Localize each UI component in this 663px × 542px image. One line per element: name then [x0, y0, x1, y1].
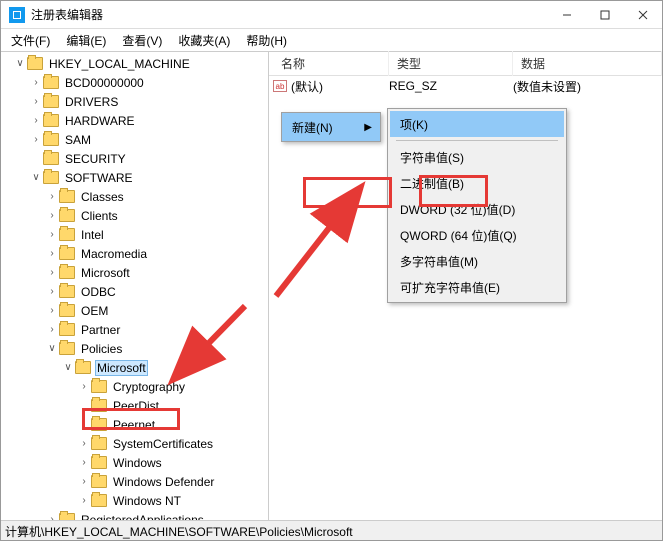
tree-item[interactable]: ›DRIVERS	[1, 92, 268, 111]
menu-item-dword[interactable]: DWORD (32 位)值(D)	[390, 196, 564, 222]
menu-item-multi[interactable]: 多字符串值(M)	[390, 248, 564, 274]
status-bar: 计算机\HKEY_LOCAL_MACHINE\SOFTWARE\Policies…	[1, 520, 662, 540]
tree-item[interactable]: ›BCD00000000	[1, 73, 268, 92]
col-type[interactable]: 类型	[389, 51, 513, 76]
tree-item[interactable]: ›Windows Defender	[1, 472, 268, 491]
menu-edit[interactable]: 编辑(E)	[60, 30, 112, 51]
menu-item-qword[interactable]: QWORD (64 位)值(Q)	[390, 222, 564, 248]
menu-item-string[interactable]: 字符串值(S)	[390, 144, 564, 170]
string-value-icon: ab	[273, 80, 287, 92]
minimize-button[interactable]	[548, 2, 586, 28]
context-submenu: 项(K) 字符串值(S) 二进制值(B) DWORD (32 位)值(D) QW…	[387, 108, 567, 303]
tree-item[interactable]: ›Clients	[1, 206, 268, 225]
tree-item-software[interactable]: ∨SOFTWARE	[1, 168, 268, 187]
tree-item[interactable]: SECURITY	[1, 149, 268, 168]
tree-item[interactable]: ›Microsoft	[1, 263, 268, 282]
app-icon	[9, 7, 25, 23]
menu-favorites[interactable]: 收藏夹(A)	[172, 30, 236, 51]
tree-item[interactable]: ›ODBC	[1, 282, 268, 301]
maximize-button[interactable]	[586, 2, 624, 28]
menu-help[interactable]: 帮助(H)	[240, 30, 293, 51]
tree-item-microsoft-selected[interactable]: ∨Microsoft	[1, 358, 268, 377]
list-row-default[interactable]: ab(默认) REG_SZ (数值未设置)	[269, 76, 662, 96]
window-title: 注册表编辑器	[31, 6, 548, 23]
tree-item[interactable]: ›Windows NT	[1, 491, 268, 510]
context-menu-new: 新建(N)▶	[281, 112, 381, 142]
tree-item[interactable]: ›OEM	[1, 301, 268, 320]
tree-item[interactable]: ›HARDWARE	[1, 111, 268, 130]
list-pane[interactable]: 名称 类型 数据 ab(默认) REG_SZ (数值未设置) 新建(N)▶ 项(…	[269, 52, 662, 520]
menu-item-key[interactable]: 项(K)	[390, 111, 564, 137]
status-path: 计算机\HKEY_LOCAL_MACHINE\SOFTWARE\Policies…	[5, 525, 353, 539]
close-button[interactable]	[624, 2, 662, 28]
menu-item-binary[interactable]: 二进制值(B)	[390, 170, 564, 196]
tree-item[interactable]: Peernet	[1, 415, 268, 434]
tree-item-hklm[interactable]: ∨HKEY_LOCAL_MACHINE	[1, 54, 268, 73]
tree-item[interactable]: PeerDist	[1, 396, 268, 415]
tree-item-policies[interactable]: ∨Policies	[1, 339, 268, 358]
tree-pane[interactable]: ∨HKEY_LOCAL_MACHINE ›BCD00000000 ›DRIVER…	[1, 52, 269, 520]
tree-item[interactable]: ›RegisteredApplications	[1, 510, 268, 520]
tree-item[interactable]: ›Intel	[1, 225, 268, 244]
tree-item[interactable]: ›Classes	[1, 187, 268, 206]
menu-file[interactable]: 文件(F)	[5, 30, 56, 51]
tree-item[interactable]: ›SystemCertificates	[1, 434, 268, 453]
menu-item-expand[interactable]: 可扩充字符串值(E)	[390, 274, 564, 300]
tree-item[interactable]: ›Partner	[1, 320, 268, 339]
tree-item[interactable]: ›Windows	[1, 453, 268, 472]
tree-item[interactable]: ›Cryptography	[1, 377, 268, 396]
menu-bar: 文件(F) 编辑(E) 查看(V) 收藏夹(A) 帮助(H)	[1, 29, 662, 51]
menu-view[interactable]: 查看(V)	[116, 30, 168, 51]
tree-item[interactable]: ›Macromedia	[1, 244, 268, 263]
submenu-arrow-icon: ▶	[364, 122, 372, 133]
menu-item-new[interactable]: 新建(N)▶	[282, 113, 380, 141]
title-bar: 注册表编辑器	[1, 1, 662, 29]
tree-item[interactable]: ›SAM	[1, 130, 268, 149]
col-name[interactable]: 名称	[273, 51, 389, 76]
list-header: 名称 类型 数据	[269, 52, 662, 76]
col-data[interactable]: 数据	[513, 51, 662, 76]
